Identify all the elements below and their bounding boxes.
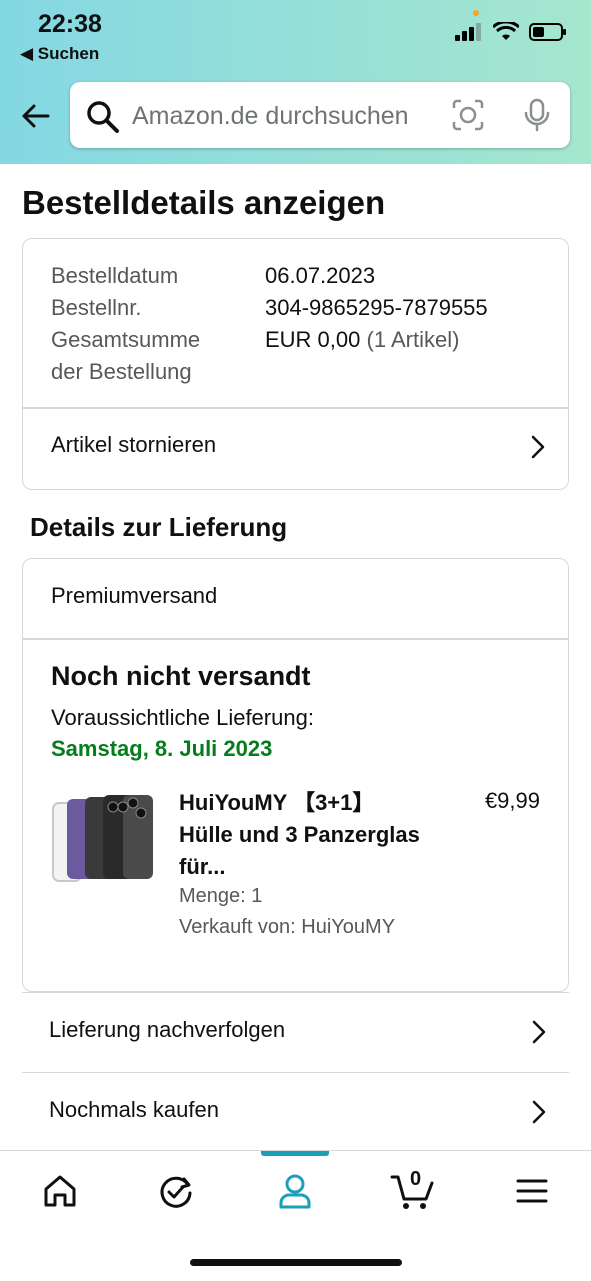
camera-scan-icon[interactable] xyxy=(451,98,485,132)
order-item-count: (1 Artikel) xyxy=(366,327,460,352)
product-image[interactable] xyxy=(51,793,155,885)
page-title: Bestelldetails anzeigen xyxy=(22,184,386,221)
delivery-card: Premiumversand Noch nicht versandt Vorau… xyxy=(22,558,569,992)
expected-delivery-date: Samstag, 8. Juli 2023 xyxy=(51,736,273,761)
chevron-right-icon xyxy=(532,1100,546,1124)
home-icon[interactable] xyxy=(40,1171,80,1211)
cancel-items-row[interactable]: Artikel stornieren xyxy=(23,408,568,488)
product-title-link[interactable]: HuiYouMY 【3+1】 Hülle und 3 Panzerglas fü… xyxy=(179,787,429,883)
product-price: €9,99 xyxy=(484,788,540,813)
top-header: 22:38 ◀ Suchen Amazon.de durchsuchen xyxy=(0,0,591,164)
order-total-label-line2: der Bestellung xyxy=(51,359,192,384)
account-icon[interactable] xyxy=(275,1171,315,1211)
order-number-label: Bestellnr. xyxy=(51,295,142,320)
chevron-right-icon xyxy=(532,1020,546,1044)
track-delivery-label: Lieferung nachverfolgen xyxy=(49,1017,286,1042)
order-number-value: 304-9865295-7879555 xyxy=(265,295,488,320)
product-quantity: Menge: 1 xyxy=(179,885,263,907)
buy-again-row[interactable]: Nochmals kaufen xyxy=(22,1072,569,1153)
menu-icon[interactable] xyxy=(512,1171,552,1211)
status-icons xyxy=(455,22,567,42)
order-total-value: EUR 0,00 (1 Artikel) xyxy=(265,327,459,353)
cart-count-badge: 0 xyxy=(410,1168,422,1190)
microphone-icon[interactable] xyxy=(522,98,552,132)
wifi-icon xyxy=(493,22,519,40)
delivery-section-title: Details zur Lieferung xyxy=(30,512,288,542)
product-seller: Verkauft von: HuiYouMY xyxy=(179,916,396,938)
buy-again-label: Nochmals kaufen xyxy=(49,1097,219,1122)
search-input[interactable]: Amazon.de durchsuchen xyxy=(132,102,409,131)
search-icon xyxy=(87,101,119,133)
order-total-label-line1: Gesamtsumme xyxy=(51,327,201,352)
search-bar[interactable]: Amazon.de durchsuchen xyxy=(70,82,570,148)
privacy-indicator-dot xyxy=(473,10,479,16)
expected-delivery-label: Voraussichtliche Lieferung: xyxy=(51,705,314,730)
track-delivery-row[interactable]: Lieferung nachverfolgen xyxy=(22,992,569,1073)
cancel-items-label: Artikel stornieren xyxy=(51,432,217,457)
shipping-method: Premiumversand xyxy=(51,583,218,608)
divider xyxy=(23,638,568,640)
chevron-right-icon xyxy=(531,435,545,459)
refresh-check-icon[interactable] xyxy=(156,1171,196,1211)
back-to-app-link[interactable]: ◀ Suchen xyxy=(20,44,99,64)
home-indicator-bar xyxy=(190,1259,402,1266)
order-summary-card: Bestelldatum 06.07.2023 Bestellnr. 304-9… xyxy=(22,238,569,490)
order-date-label: Bestelldatum xyxy=(51,263,179,288)
active-tab-indicator xyxy=(261,1151,329,1156)
back-arrow-icon[interactable] xyxy=(18,98,54,134)
battery-icon xyxy=(529,23,566,41)
shipment-status: Noch nicht versandt xyxy=(51,661,311,691)
status-time: 22:38 xyxy=(38,10,102,38)
order-date-value: 06.07.2023 xyxy=(265,263,376,288)
order-total-amount: EUR 0,00 xyxy=(265,327,361,352)
signal-icon xyxy=(455,23,481,41)
